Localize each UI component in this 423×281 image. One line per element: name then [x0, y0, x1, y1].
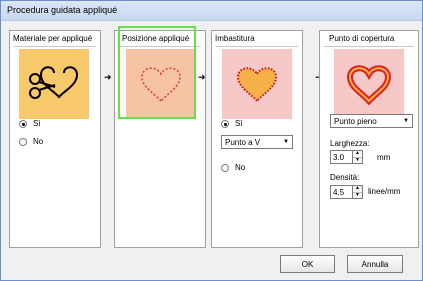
- panel-materiale: Materiale per appliqué Sì No: [9, 30, 101, 248]
- selected-step-highlight: [118, 26, 196, 119]
- wizard-window: Procedura guidata appliqué Materiale per…: [0, 0, 423, 281]
- chevron-down-icon[interactable]: ▼: [400, 115, 412, 127]
- spinner-arrows[interactable]: ▲ ▼: [353, 185, 363, 199]
- density-label: Densità:: [330, 173, 360, 182]
- window-title: Procedura guidata appliqué: [7, 5, 118, 15]
- radio-imbastitura-si[interactable]: Sì: [221, 119, 243, 128]
- radio-dot[interactable]: [221, 119, 229, 128]
- radio-dot[interactable]: [19, 137, 27, 146]
- spin-down-icon[interactable]: ▼: [353, 157, 362, 164]
- outlined-heart-icon: [222, 49, 292, 119]
- scissors-heart-icon: [19, 49, 89, 119]
- spinner-arrows[interactable]: ▲ ▼: [353, 150, 363, 164]
- panel-divider: [324, 46, 414, 47]
- select-value: Punto pieno: [334, 116, 377, 126]
- width-spinner[interactable]: 3.0 ▲ ▼: [330, 150, 363, 164]
- radio-label: Sì: [33, 119, 41, 128]
- width-input[interactable]: 3.0: [330, 150, 353, 164]
- satin-heart-icon: [334, 49, 404, 119]
- stitch-type-select-copertura[interactable]: Punto pieno ▼: [330, 114, 413, 128]
- panel-copertura: Punto di copertura Punto pieno ▼ Larghez…: [319, 30, 419, 248]
- radio-label: No: [33, 137, 44, 146]
- width-unit: mm: [377, 153, 391, 162]
- chevron-down-icon[interactable]: ▼: [280, 136, 292, 148]
- ok-button[interactable]: OK: [280, 255, 335, 273]
- panel-imbastitura: Imbastitura Sì Punto a V ▼ No: [211, 30, 303, 248]
- width-label: Larghezza:: [330, 139, 370, 148]
- panel-title-imbastitura: Imbastitura: [215, 34, 255, 43]
- panel-divider: [14, 46, 96, 47]
- panel-divider: [216, 46, 298, 47]
- radio-label: No: [235, 163, 246, 172]
- density-spinner[interactable]: 4.5 ▲ ▼: [330, 185, 363, 199]
- density-unit: linee/mm: [368, 187, 401, 196]
- spin-down-icon[interactable]: ▼: [353, 192, 362, 199]
- cancel-button[interactable]: Annulla: [347, 255, 403, 273]
- select-value: Punto a V: [225, 137, 261, 147]
- panel-title-materiale: Materiale per appliqué: [13, 34, 93, 43]
- title-bar: Procedura guidata appliqué: [1, 1, 422, 21]
- radio-imbastitura-no[interactable]: No: [221, 163, 245, 172]
- arrow-right-icon: ➜: [104, 72, 112, 82]
- panel-title-copertura: Punto di copertura: [329, 34, 395, 43]
- radio-materiale-no[interactable]: No: [19, 137, 43, 146]
- arrow-right-icon: ➜: [198, 72, 206, 82]
- stitch-type-select-imbastitura[interactable]: Punto a V ▼: [221, 135, 293, 149]
- radio-dot[interactable]: [221, 163, 229, 172]
- radio-materiale-si[interactable]: Sì: [19, 119, 41, 128]
- radio-label: Sì: [235, 119, 243, 128]
- density-input[interactable]: 4.5: [330, 185, 353, 199]
- radio-dot[interactable]: [19, 119, 27, 128]
